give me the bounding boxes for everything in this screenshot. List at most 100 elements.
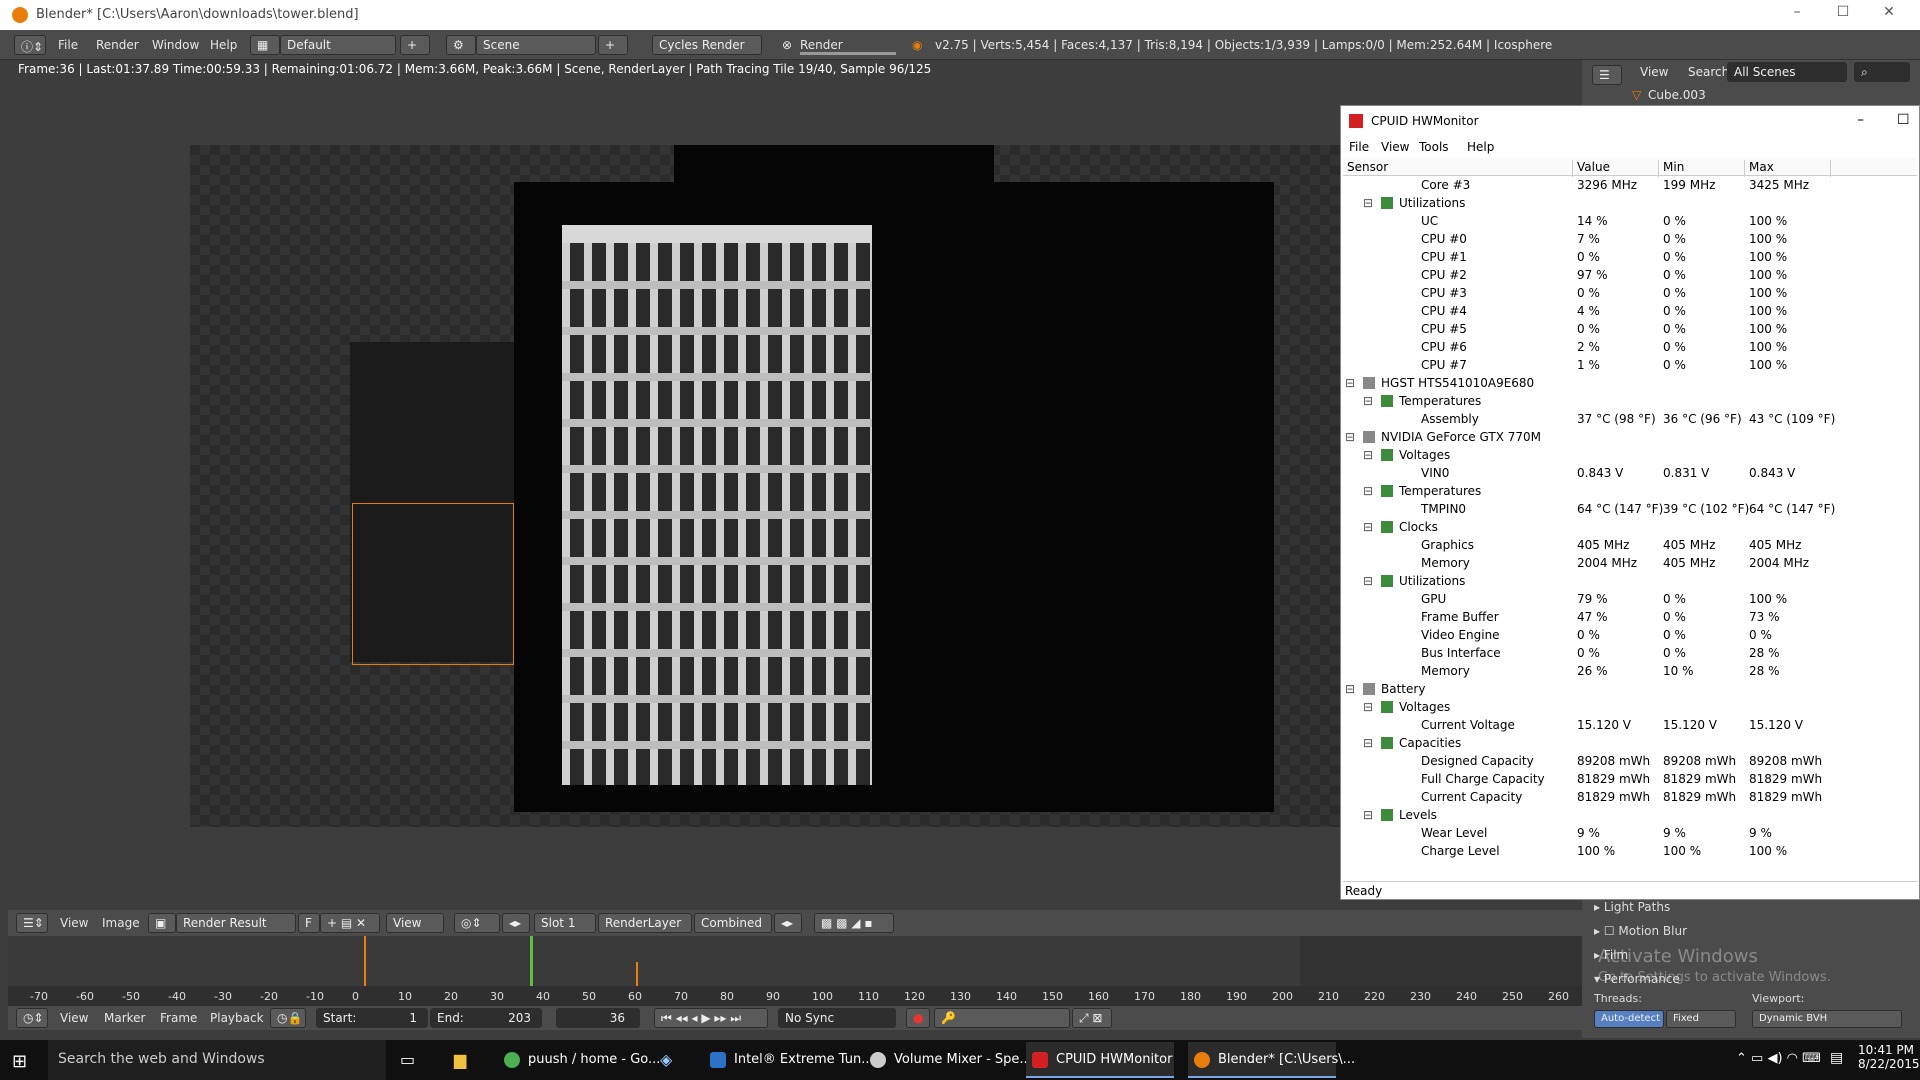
timeline-marker-menu[interactable]: Marker: [104, 1011, 145, 1025]
clock[interactable]: 10:41 PM 8/22/2015: [1858, 1043, 1920, 1071]
taskbar-app-hwmonitor[interactable]: CPUID HWMonitor: [1026, 1042, 1174, 1078]
tray-icons[interactable]: ⌃ ▭ ◀) ◠ ⌨: [1736, 1051, 1821, 1066]
end-frame-field[interactable]: End: 203: [430, 1008, 542, 1028]
hwmonitor-minimize-button[interactable]: –: [1857, 112, 1864, 128]
sensor-row[interactable]: Current Capacity 81829 mWh 81829 mWh 81829 …: [1343, 788, 1917, 806]
menu-render[interactable]: Render: [96, 38, 139, 52]
menu-window[interactable]: Window: [152, 38, 199, 52]
timeline-frame-menu[interactable]: Frame: [160, 1011, 197, 1025]
steam-icon[interactable]: ◈: [660, 1050, 672, 1069]
hw-menu-tools[interactable]: Tools: [1419, 140, 1449, 154]
file-explorer-icon[interactable]: ▆: [454, 1050, 466, 1069]
sensor-group-row[interactable]: ⊟ Levels: [1343, 806, 1917, 824]
image-view-menu[interactable]: View: [60, 916, 88, 930]
collapse-toggle-icon[interactable]: ⊟: [1363, 484, 1373, 498]
scene-select[interactable]: Scene: [476, 35, 596, 55]
sync-mode-select[interactable]: No Sync: [778, 1008, 896, 1028]
scene-add-icon[interactable]: +: [598, 35, 628, 55]
sensor-group-row[interactable]: ⊟ Utilizations: [1343, 572, 1917, 590]
col-value[interactable]: Value: [1573, 160, 1659, 177]
pass-prev-next-icon[interactable]: ◂▸: [774, 913, 802, 933]
collapse-toggle-icon[interactable]: ⊟: [1363, 448, 1373, 462]
sensor-row[interactable]: CPU #0 7 % 0 % 100 %: [1343, 230, 1917, 248]
record-icon[interactable]: ●: [906, 1008, 930, 1028]
sensor-row[interactable]: Current Voltage 15.120 V 15.120 V 15.120 V: [1343, 716, 1917, 734]
taskbar-app-xtu[interactable]: Intel® Extreme Tun...: [704, 1042, 874, 1078]
image-display-icon[interactable]: ◎⇕: [454, 913, 500, 933]
menu-help[interactable]: Help: [210, 38, 237, 52]
current-frame-field[interactable]: 36: [556, 1008, 640, 1028]
layout-add-icon[interactable]: +: [400, 35, 430, 55]
hwmonitor-maximize-button[interactable]: ☐: [1897, 112, 1910, 128]
action-center-icon[interactable]: ▤: [1830, 1050, 1854, 1070]
sensor-group-row[interactable]: ⊟ Voltages: [1343, 698, 1917, 716]
sensor-row[interactable]: CPU #1 0 % 0 % 100 %: [1343, 248, 1917, 266]
sensor-row[interactable]: CPU #3 0 % 0 % 100 %: [1343, 284, 1917, 302]
image-editor-type-button[interactable]: ☰⇕: [16, 913, 48, 933]
preview-range-icons[interactable]: ◷🔒: [270, 1008, 306, 1028]
hw-menu-help[interactable]: Help: [1467, 140, 1494, 154]
render-layer-select[interactable]: RenderLayer: [598, 913, 692, 933]
slot-prev-next-icon[interactable]: ◂▸: [502, 913, 530, 933]
sensor-row[interactable]: Core #3 3296 MHz 199 MHz 3425 MHz: [1343, 176, 1917, 194]
sensor-row[interactable]: CPU #5 0 % 0 % 100 %: [1343, 320, 1917, 338]
image-fake-user-button[interactable]: F: [298, 913, 320, 933]
display-channels-icons[interactable]: ▩ ▩ ◢ ▪: [814, 913, 894, 933]
image-name-field[interactable]: Render Result: [176, 913, 296, 933]
sensor-row[interactable]: Charge Level 100 % 100 % 100 %: [1343, 842, 1917, 860]
sensor-row[interactable]: CPU #4 4 % 0 % 100 %: [1343, 302, 1917, 320]
info-editor-type-button[interactable]: ⓘ⇕: [14, 35, 46, 55]
sensor-row[interactable]: UC 14 % 0 % 100 %: [1343, 212, 1917, 230]
collapse-toggle-icon[interactable]: ⊟: [1363, 520, 1373, 534]
keyframe-insert-icons[interactable]: ⤢ ⊠: [1072, 1008, 1112, 1028]
timeline-playback-menu[interactable]: Playback: [210, 1011, 264, 1025]
sensor-row[interactable]: VIN0 0.843 V 0.831 V 0.843 V: [1343, 464, 1917, 482]
collapse-toggle-icon[interactable]: ⊟: [1363, 196, 1373, 210]
sensor-group-row[interactable]: ⊟ Clocks: [1343, 518, 1917, 536]
sensor-group-row[interactable]: ⊟ NVIDIA GeForce GTX 770M: [1343, 428, 1917, 446]
panel-light-paths[interactable]: ▸ Light Paths: [1594, 900, 1670, 914]
keying-set-field[interactable]: 🔑: [934, 1008, 1070, 1028]
sensor-row[interactable]: CPU #2 97 % 0 % 100 %: [1343, 266, 1917, 284]
collapse-toggle-icon[interactable]: ⊟: [1363, 574, 1373, 588]
collapse-toggle-icon[interactable]: ⊟: [1345, 376, 1355, 390]
sensor-row[interactable]: Assembly 37 °C (98 °F) 36 °C (96 °F) 43 °C …: [1343, 410, 1917, 428]
threads-auto-detect-button[interactable]: Auto-detect: [1594, 1010, 1664, 1028]
timeline-editor-type-button[interactable]: ◷⇕: [16, 1008, 48, 1028]
taskbar-search-box[interactable]: Search the web and Windows: [48, 1040, 386, 1080]
task-view-icon[interactable]: ▭: [400, 1050, 415, 1069]
collapse-toggle-icon[interactable]: ⊟: [1363, 808, 1373, 822]
timeline-view-menu[interactable]: View: [60, 1011, 88, 1025]
viewport-bvh-select[interactable]: Dynamic BVH: [1752, 1010, 1902, 1028]
sensor-row[interactable]: Full Charge Capacity 81829 mWh 81829 mWh 81…: [1343, 770, 1917, 788]
hw-menu-view[interactable]: View: [1381, 140, 1409, 154]
image-menu[interactable]: Image: [102, 916, 140, 930]
sensor-row[interactable]: CPU #6 2 % 0 % 100 %: [1343, 338, 1917, 356]
col-min[interactable]: Min: [1659, 160, 1745, 177]
image-view-select[interactable]: View: [386, 913, 444, 933]
minimize-button[interactable]: –: [1782, 4, 1812, 26]
playback-controls[interactable]: ⏮ ◂◂ ◂ ▶ ▸▸ ⏭: [654, 1008, 768, 1028]
outliner-search-input[interactable]: ⌕: [1854, 62, 1910, 82]
scene-icon[interactable]: ⚙: [446, 35, 476, 55]
sensor-row[interactable]: Memory 2004 MHz 405 MHz 2004 MHz: [1343, 554, 1917, 572]
sensor-row[interactable]: Bus Interface 0 % 0 % 28 %: [1343, 644, 1917, 662]
slot-select[interactable]: Slot 1: [534, 913, 596, 933]
hw-menu-file[interactable]: File: [1349, 140, 1369, 154]
layout-icon[interactable]: ▦: [250, 35, 280, 55]
sensor-row[interactable]: GPU 79 % 0 % 100 %: [1343, 590, 1917, 608]
taskbar-app-chrome[interactable]: puush / home - Go...: [498, 1042, 660, 1078]
sensor-row[interactable]: Frame Buffer 47 % 0 % 73 %: [1343, 608, 1917, 626]
sensor-group-row[interactable]: ⊟ Utilizations: [1343, 194, 1917, 212]
taskbar-app-volume-mixer[interactable]: Volume Mixer - Spe...: [864, 1042, 1032, 1078]
sensor-row[interactable]: Memory 26 % 10 % 28 %: [1343, 662, 1917, 680]
collapse-toggle-icon[interactable]: ⊟: [1363, 700, 1373, 714]
outliner-search-menu[interactable]: Search: [1688, 65, 1729, 79]
sensor-row[interactable]: Designed Capacity 89208 mWh 89208 mWh 89208…: [1343, 752, 1917, 770]
sensor-group-row[interactable]: ⊟ Voltages: [1343, 446, 1917, 464]
sensor-row[interactable]: Graphics 405 MHz 405 MHz 405 MHz: [1343, 536, 1917, 554]
outliner-editor-icon[interactable]: ☰: [1592, 65, 1622, 85]
outliner-view-menu[interactable]: View: [1640, 65, 1668, 79]
render-pass-select[interactable]: Combined: [694, 913, 772, 933]
collapse-toggle-icon[interactable]: ⊟: [1363, 736, 1373, 750]
